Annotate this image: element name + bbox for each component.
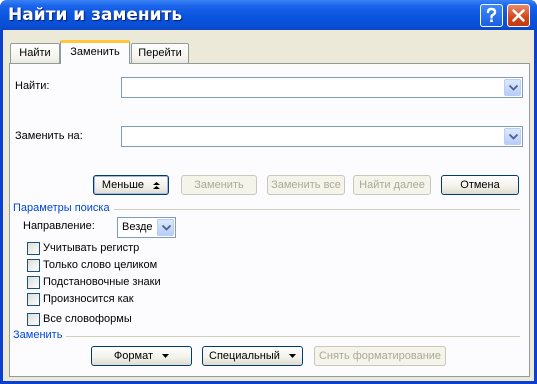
tab-goto[interactable]: Перейти bbox=[131, 43, 189, 64]
less-button[interactable]: Меньше bbox=[93, 175, 169, 195]
close-button[interactable] bbox=[507, 4, 530, 27]
chevron-down-icon bbox=[509, 85, 518, 91]
format-button[interactable]: Формат bbox=[91, 346, 192, 366]
whole-word-checkbox[interactable] bbox=[27, 259, 40, 272]
match-case-checkbox[interactable] bbox=[27, 242, 40, 255]
question-icon bbox=[486, 7, 497, 23]
search-options-divider bbox=[114, 209, 520, 210]
replace-label: Заменить на: bbox=[15, 130, 83, 142]
search-options-title: Параметры поиска bbox=[13, 202, 110, 214]
title-bar[interactable]: Найти и заменить bbox=[0, 0, 537, 30]
less-button-label: Меньше bbox=[101, 179, 145, 191]
find-label: Найти: bbox=[15, 80, 50, 92]
replace-combobox[interactable] bbox=[121, 126, 523, 147]
sounds-like-label: Произносится как bbox=[43, 293, 134, 305]
match-case-label: Учитывать регистр bbox=[43, 242, 140, 254]
caret-down-icon bbox=[162, 354, 170, 359]
clear-formatting-button[interactable]: Снять форматирование bbox=[314, 346, 446, 366]
clear-formatting-button-label: Снять форматирование bbox=[318, 350, 442, 362]
wildcards-checkbox[interactable] bbox=[27, 276, 40, 289]
sounds-like-checkbox[interactable] bbox=[27, 293, 40, 306]
chevron-down-icon bbox=[509, 134, 518, 140]
find-replace-dialog: Найти и заменить Найти Заменить Перейти … bbox=[0, 0, 537, 384]
cancel-button-label: Отмена bbox=[460, 179, 500, 191]
special-button-label: Специальный bbox=[209, 350, 280, 362]
format-button-label: Формат bbox=[113, 350, 153, 362]
find-combobox[interactable] bbox=[121, 77, 523, 98]
help-button[interactable] bbox=[480, 4, 503, 27]
tab-goto-label: Перейти bbox=[138, 47, 182, 59]
tab-find-label: Найти bbox=[19, 47, 51, 59]
replace-button[interactable]: Заменить bbox=[181, 175, 257, 195]
find-next-button[interactable]: Найти далее bbox=[353, 175, 431, 195]
replace-dropdown-button[interactable] bbox=[504, 128, 521, 145]
close-icon bbox=[512, 9, 525, 22]
find-dropdown-button[interactable] bbox=[504, 79, 521, 96]
cancel-button[interactable]: Отмена bbox=[441, 175, 519, 195]
dialog-body: Найти Заменить Перейти Найти: Заменить н… bbox=[3, 30, 534, 381]
word-forms-label: Все словоформы bbox=[43, 313, 132, 325]
replace-all-button-label: Заменить все bbox=[271, 179, 341, 191]
direction-label: Направление: bbox=[23, 220, 95, 232]
find-next-button-label: Найти далее bbox=[359, 179, 425, 191]
direction-select[interactable]: Везде bbox=[117, 217, 176, 238]
caret-down-icon bbox=[288, 354, 296, 359]
wildcards-label: Подстановочные знаки bbox=[43, 276, 161, 288]
replace-all-button[interactable]: Заменить все bbox=[267, 175, 345, 195]
replace-section-title: Заменить bbox=[13, 329, 63, 341]
tab-replace-label: Заменить bbox=[70, 46, 120, 58]
dialog-title: Найти и заменить bbox=[8, 5, 183, 25]
tab-replace[interactable]: Заменить bbox=[60, 40, 130, 64]
special-button[interactable]: Специальный bbox=[202, 346, 303, 366]
replace-tab-panel: Найти: Заменить на: Меньше Заменить Заме… bbox=[9, 63, 530, 377]
double-chevron-up-icon bbox=[153, 181, 161, 189]
replace-section-divider bbox=[66, 336, 520, 337]
chevron-down-icon bbox=[162, 225, 171, 231]
direction-value: Везде bbox=[122, 221, 153, 233]
direction-dropdown-button[interactable] bbox=[157, 219, 174, 236]
tab-find[interactable]: Найти bbox=[10, 43, 60, 64]
whole-word-label: Только слово целиком bbox=[43, 259, 158, 271]
word-forms-checkbox[interactable] bbox=[27, 313, 40, 326]
replace-button-label: Заменить bbox=[194, 179, 244, 191]
